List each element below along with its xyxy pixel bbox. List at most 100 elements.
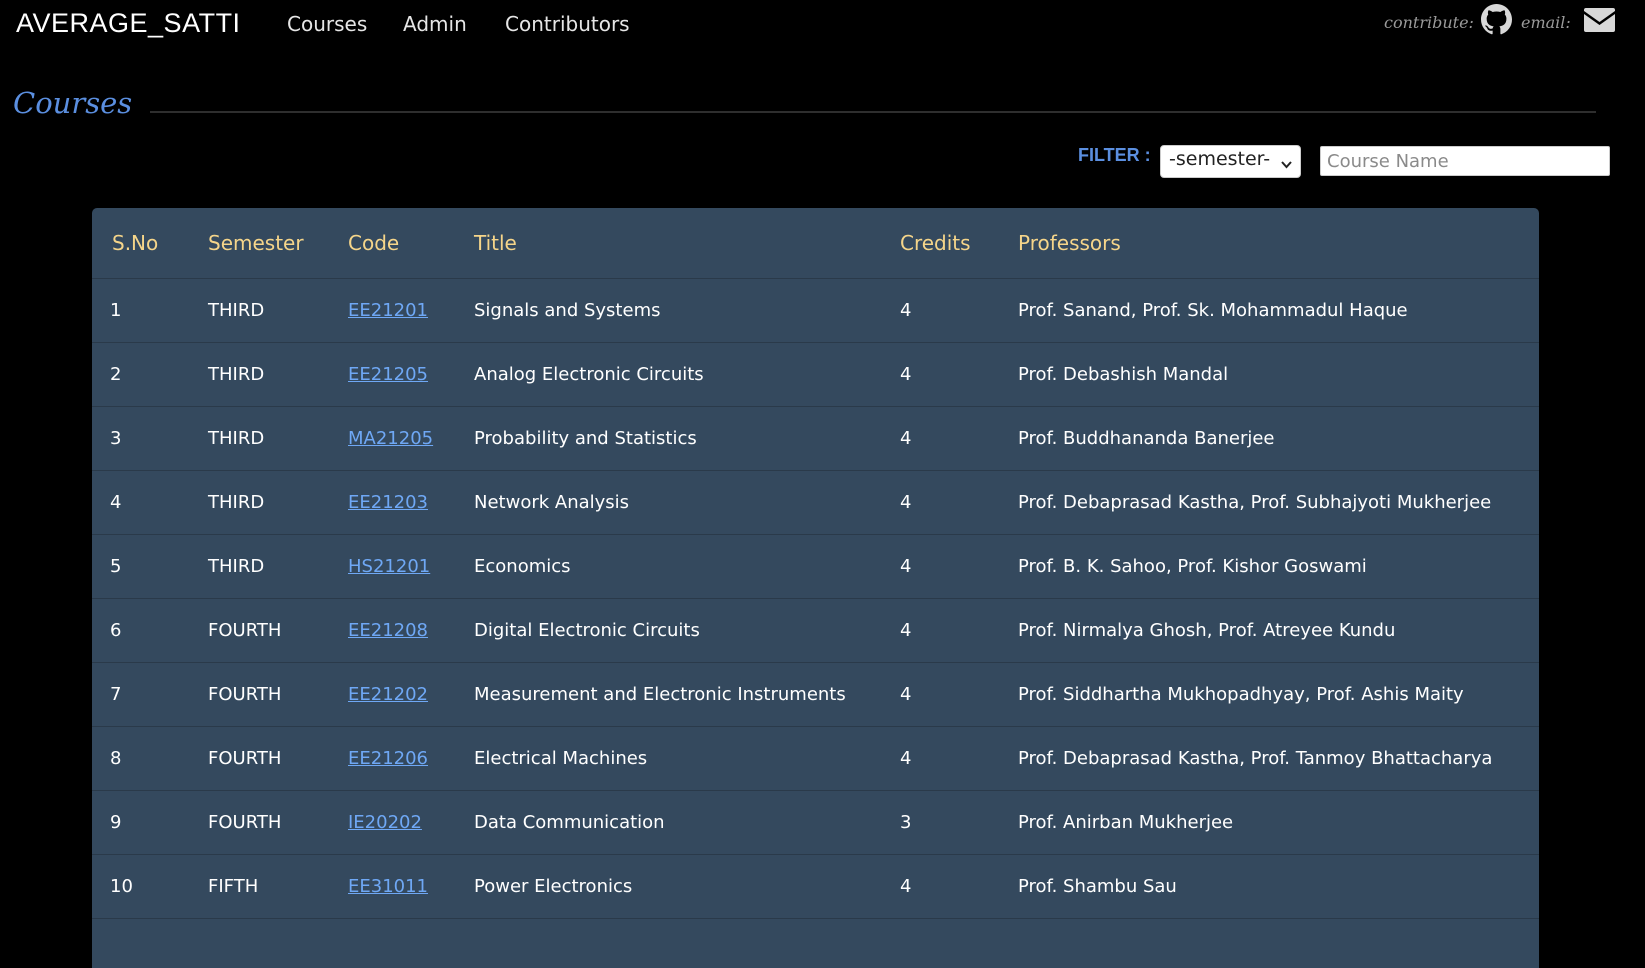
cell-title: Measurement and Electronic Instruments — [474, 662, 900, 727]
table-row: 7 FOURTH EE21202 Measurement and Electro… — [92, 662, 1539, 727]
cell-code: EE21201 — [348, 278, 474, 343]
cell-code: HS21201 — [348, 534, 474, 599]
cell-professors: Prof. Siddhartha Mukhopadhyay, Prof. Ash… — [1018, 662, 1539, 727]
cell-professors: Prof. Anirban Mukherjee — [1018, 790, 1539, 855]
cell-professors: Prof. Debaprasad Kastha, Prof. Subhajyot… — [1018, 470, 1539, 535]
course-code-link[interactable]: EE21208 — [348, 620, 428, 641]
cell-title: Signals and Systems — [474, 278, 900, 343]
cell-sno: 7 — [92, 662, 208, 727]
cell-semester: FOURTH — [208, 726, 348, 791]
course-code-link[interactable]: EE31011 — [348, 876, 428, 897]
nav-link-courses[interactable]: Courses — [287, 12, 367, 36]
cell-title: Economics — [474, 534, 900, 599]
cell-code: EE21202 — [348, 662, 474, 727]
cell-semester: THIRD — [208, 278, 348, 343]
table-row: 3 THIRD MA21205 Probability and Statisti… — [92, 406, 1539, 471]
table-header-row: S.No Semester Code Title Credits Profess… — [92, 208, 1539, 279]
cell-title: Digital Electronic Circuits — [474, 598, 900, 663]
table-row: 2 THIRD EE21205 Analog Electronic Circui… — [92, 342, 1539, 407]
course-name-input[interactable] — [1320, 146, 1610, 176]
column-header-title[interactable]: Title — [474, 208, 900, 279]
chevron-down-icon — [1280, 154, 1293, 176]
cell-professors: Prof. Debashish Mandal — [1018, 342, 1539, 407]
cell-sno: 6 — [92, 598, 208, 663]
cell-semester: THIRD — [208, 470, 348, 535]
page-title: Courses — [13, 86, 133, 120]
cell-code: EE21208 — [348, 598, 474, 663]
cell-professors: Prof. Shambu Sau — [1018, 854, 1539, 919]
cell-semester: THIRD — [208, 342, 348, 407]
cell-semester: FOURTH — [208, 662, 348, 727]
course-code-link[interactable]: MA21205 — [348, 428, 433, 449]
cell-credits: 4 — [900, 534, 1018, 599]
cell-credits: 4 — [900, 726, 1018, 791]
cell-code: EE31011 — [348, 854, 474, 919]
semester-select[interactable]: -semester- — [1160, 145, 1301, 178]
cell-semester: FOURTH — [208, 790, 348, 855]
column-header-semester[interactable]: Semester — [208, 208, 348, 279]
cell-credits: 4 — [900, 470, 1018, 535]
course-code-link[interactable]: EE21202 — [348, 684, 428, 705]
table-row: 10 FIFTH EE31011 Power Electronics 4 Pro… — [92, 854, 1539, 919]
navbar: AVERAGE_SATTI Courses Admin Contributors… — [0, 0, 1645, 48]
cell-code: EE21206 — [348, 726, 474, 791]
column-header-code[interactable]: Code — [348, 208, 474, 279]
cell-credits: 4 — [900, 662, 1018, 727]
cell-semester: THIRD — [208, 406, 348, 471]
column-header-professors[interactable]: Professors — [1018, 208, 1539, 279]
cell-semester: THIRD — [208, 534, 348, 599]
cell-code: EE21203 — [348, 470, 474, 535]
cell-code: MA21205 — [348, 406, 474, 471]
cell-title: Data Communication — [474, 790, 900, 855]
cell-title: Electrical Machines — [474, 726, 900, 791]
table-row: 9 FOURTH IE20202 Data Communication 3 Pr… — [92, 790, 1539, 855]
cell-sno: 4 — [92, 470, 208, 535]
semester-select-value: -semester- — [1169, 148, 1271, 170]
nav-link-contributors[interactable]: Contributors — [505, 12, 630, 36]
cell-sno: 8 — [92, 726, 208, 791]
courses-table: S.No Semester Code Title Credits Profess… — [92, 208, 1539, 919]
title-divider — [150, 111, 1596, 113]
cell-code: EE21205 — [348, 342, 474, 407]
table-row: 4 THIRD EE21203 Network Analysis 4 Prof.… — [92, 470, 1539, 535]
cell-professors: Prof. Sanand, Prof. Sk. Mohammadul Haque — [1018, 278, 1539, 343]
course-code-link[interactable]: IE20202 — [348, 812, 422, 833]
cell-semester: FIFTH — [208, 854, 348, 919]
cell-sno: 9 — [92, 790, 208, 855]
filter-label: FILTER : — [1078, 145, 1151, 165]
cell-sno: 5 — [92, 534, 208, 599]
cell-credits: 4 — [900, 278, 1018, 343]
table-row: 5 THIRD HS21201 Economics 4 Prof. B. K. … — [92, 534, 1539, 599]
cell-title: Analog Electronic Circuits — [474, 342, 900, 407]
cell-professors: Prof. Buddhananda Banerjee — [1018, 406, 1539, 471]
cell-sno: 10 — [92, 854, 208, 919]
email-label: email: — [1521, 13, 1571, 32]
table-row: 1 THIRD EE21201 Signals and Systems 4 Pr… — [92, 278, 1539, 343]
cell-credits: 3 — [900, 790, 1018, 855]
course-code-link[interactable]: HS21201 — [348, 556, 430, 577]
course-code-link[interactable]: EE21206 — [348, 748, 428, 769]
github-icon[interactable] — [1481, 4, 1512, 39]
course-code-link[interactable]: EE21201 — [348, 300, 428, 321]
cell-credits: 4 — [900, 406, 1018, 471]
course-code-link[interactable]: EE21205 — [348, 364, 428, 385]
cell-code: IE20202 — [348, 790, 474, 855]
nav-link-admin[interactable]: Admin — [403, 12, 467, 36]
cell-sno: 1 — [92, 278, 208, 343]
envelope-icon[interactable] — [1583, 7, 1616, 37]
contribute-label: contribute: — [1384, 13, 1474, 32]
courses-table-container: S.No Semester Code Title Credits Profess… — [92, 208, 1539, 968]
table-row: 6 FOURTH EE21208 Digital Electronic Circ… — [92, 598, 1539, 663]
cell-professors: Prof. B. K. Sahoo, Prof. Kishor Goswami — [1018, 534, 1539, 599]
cell-credits: 4 — [900, 342, 1018, 407]
cell-sno: 3 — [92, 406, 208, 471]
column-header-credits[interactable]: Credits — [900, 208, 1018, 279]
cell-credits: 4 — [900, 598, 1018, 663]
cell-sno: 2 — [92, 342, 208, 407]
course-code-link[interactable]: EE21203 — [348, 492, 428, 513]
cell-professors: Prof. Nirmalya Ghosh, Prof. Atreyee Kund… — [1018, 598, 1539, 663]
cell-title: Power Electronics — [474, 854, 900, 919]
cell-title: Network Analysis — [474, 470, 900, 535]
brand-logo-text[interactable]: AVERAGE_SATTI — [16, 8, 241, 39]
column-header-sno[interactable]: S.No — [92, 208, 208, 279]
